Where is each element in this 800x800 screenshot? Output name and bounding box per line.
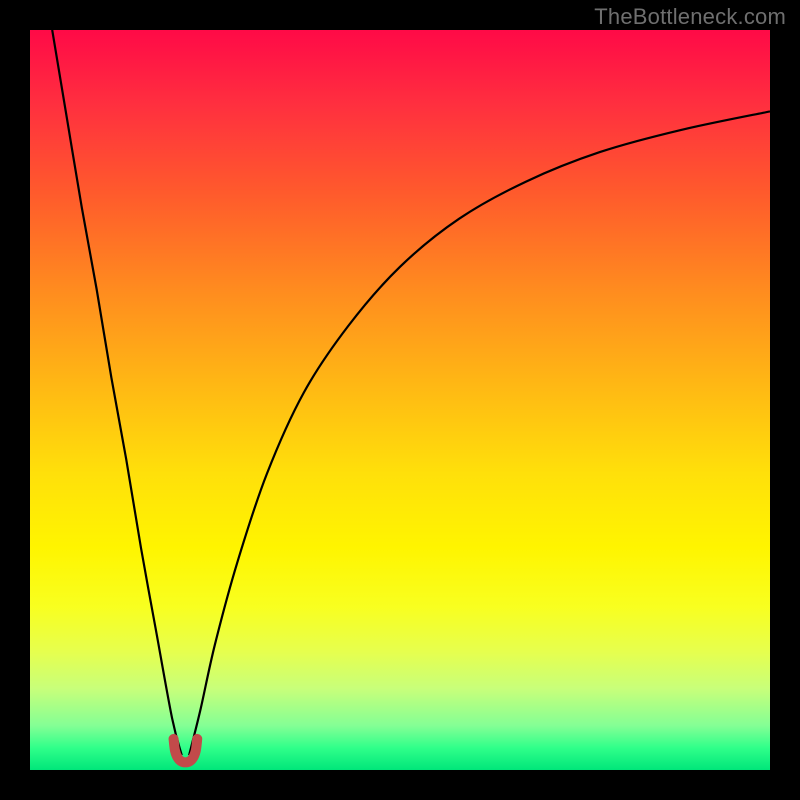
curve-left xyxy=(52,30,182,755)
plot-area xyxy=(30,30,770,770)
attribution-text: TheBottleneck.com xyxy=(594,4,786,30)
chart-frame: TheBottleneck.com xyxy=(0,0,800,800)
bottom-marker xyxy=(174,739,198,762)
curve-right xyxy=(189,111,770,755)
curve-layer xyxy=(30,30,770,770)
